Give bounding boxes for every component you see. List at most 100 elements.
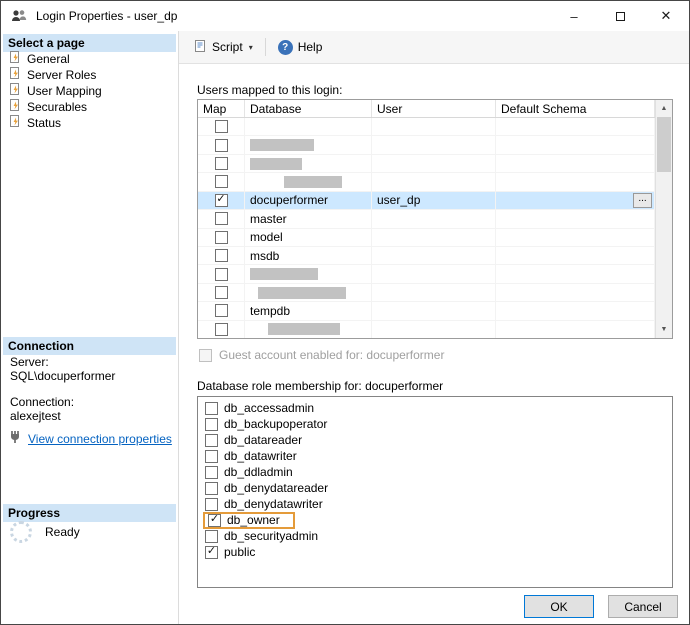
table-row[interactable]: ✓ master [198,210,655,228]
map-checkbox[interactable]: ✓ [215,194,228,207]
redacted-database-name [284,176,342,188]
role-item[interactable]: ✓ db_denydatareader [202,480,672,496]
scrollbar-thumb[interactable] [657,117,671,172]
sidebar-item-user-mapping[interactable]: User Mapping [3,83,176,99]
connection-value: alexejtest [10,409,61,423]
role-label: db_ddladmin [224,465,293,479]
connection-header: Connection [3,337,176,355]
table-row[interactable]: ✓ [198,155,655,173]
table-cell [245,173,372,190]
sidebar-item-label: Status [27,116,61,130]
table-row[interactable]: ✓ [198,118,655,136]
close-button[interactable]: ✕ [643,1,689,31]
role-checkbox[interactable]: ✓ [205,546,218,559]
script-icon [193,39,207,56]
maximize-button[interactable] [597,1,643,31]
table-cell: master [245,210,372,227]
table-cell [372,229,496,246]
help-icon: ? [278,40,293,55]
map-checkbox[interactable]: ✓ [215,157,228,170]
table-row[interactable]: ✓ msdb [198,247,655,265]
role-item[interactable]: ✓ db_accessadmin [202,400,672,416]
map-checkbox[interactable]: ✓ [215,212,228,225]
sidebar-item-label: User Mapping [27,84,102,98]
help-button[interactable]: ? Help [272,36,329,59]
login-properties-icon [11,8,27,24]
page-icon [9,51,21,67]
table-cell: ✓ [198,136,245,153]
scroll-up-button[interactable]: ▲ [656,100,672,117]
role-item-db-owner[interactable]: ✓ db_owner [202,512,672,528]
map-checkbox[interactable]: ✓ [215,231,228,244]
table-row[interactable]: ✓ [198,284,655,302]
role-checkbox[interactable]: ✓ [205,466,218,479]
script-button[interactable]: Script ▾ [187,35,259,60]
role-item[interactable]: ✓ db_backupoperator [202,416,672,432]
role-checkbox[interactable]: ✓ [205,530,218,543]
table-row[interactable]: ✓ [198,321,655,338]
redacted-database-name [268,323,340,335]
map-checkbox[interactable]: ✓ [215,120,228,133]
role-checkbox[interactable]: ✓ [208,514,221,527]
table-cell: ✓ [198,321,245,338]
table-cell [496,210,655,227]
table-row[interactable]: ✓ [198,136,655,154]
minimize-icon: – [570,9,577,24]
check-icon: ✓ [207,546,216,557]
role-checkbox[interactable]: ✓ [205,450,218,463]
table-cell [372,210,496,227]
table-cell [496,265,655,282]
connection-properties-icon [8,430,22,447]
map-checkbox[interactable]: ✓ [215,249,228,262]
sidebar-item-securables[interactable]: Securables [3,99,176,115]
database-name: master [250,212,287,226]
role-item[interactable]: ✓ db_denydatawriter [202,496,672,512]
table-cell [372,302,496,319]
role-checkbox[interactable]: ✓ [205,498,218,511]
table-cell [245,136,372,153]
table-cell: model [245,229,372,246]
sidebar-item-server-roles[interactable]: Server Roles [3,67,176,83]
table-cell [372,247,496,264]
table-row[interactable]: ✓ model [198,229,655,247]
table-cell: ✓ [198,173,245,190]
table-cell: ✓ [198,265,245,282]
map-checkbox[interactable]: ✓ [215,323,228,336]
sidebar-item-status[interactable]: Status [3,115,176,131]
role-checkbox[interactable]: ✓ [205,482,218,495]
scroll-down-button[interactable]: ▼ [656,321,672,338]
role-item[interactable]: ✓ public [202,544,672,560]
minimize-button[interactable]: – [551,1,597,31]
map-checkbox[interactable]: ✓ [215,304,228,317]
main-panel: Script ▾ ? Help Users mapped to this log… [179,31,689,624]
default-schema-browse-button[interactable]: ... [633,193,652,208]
role-item[interactable]: ✓ db_datareader [202,432,672,448]
map-checkbox[interactable]: ✓ [215,175,228,188]
cancel-button[interactable]: Cancel [608,595,678,618]
role-label: db_owner [227,513,280,527]
sidebar-item-general[interactable]: General [3,51,176,67]
view-connection-properties-row: View connection properties [8,430,172,447]
role-item[interactable]: ✓ db_datawriter [202,448,672,464]
role-checkbox[interactable]: ✓ [205,418,218,431]
view-connection-properties-link[interactable]: View connection properties [28,432,172,446]
role-checkbox[interactable]: ✓ [205,434,218,447]
redacted-database-name [250,139,314,151]
table-row[interactable]: ✓ [198,173,655,191]
ok-button[interactable]: OK [524,595,594,618]
table-cell [496,321,655,338]
role-checkbox[interactable]: ✓ [205,402,218,415]
role-item[interactable]: ✓ db_securityadmin [202,528,672,544]
column-header-user: User [372,100,496,117]
table-scrollbar[interactable]: ▲ ▼ [655,100,672,338]
table-row[interactable]: ✓ tempdb [198,302,655,320]
map-checkbox[interactable]: ✓ [215,286,228,299]
column-header-default-schema: Default Schema [496,100,655,117]
map-checkbox[interactable]: ✓ [215,139,228,152]
toolbar-separator [265,38,266,56]
role-item[interactable]: ✓ db_ddladmin [202,464,672,480]
table-row-selected[interactable]: ✓ docuperformer user_dp ... [198,192,655,210]
table-row[interactable]: ✓ [198,265,655,283]
table-cell [496,247,655,264]
map-checkbox[interactable]: ✓ [215,268,228,281]
